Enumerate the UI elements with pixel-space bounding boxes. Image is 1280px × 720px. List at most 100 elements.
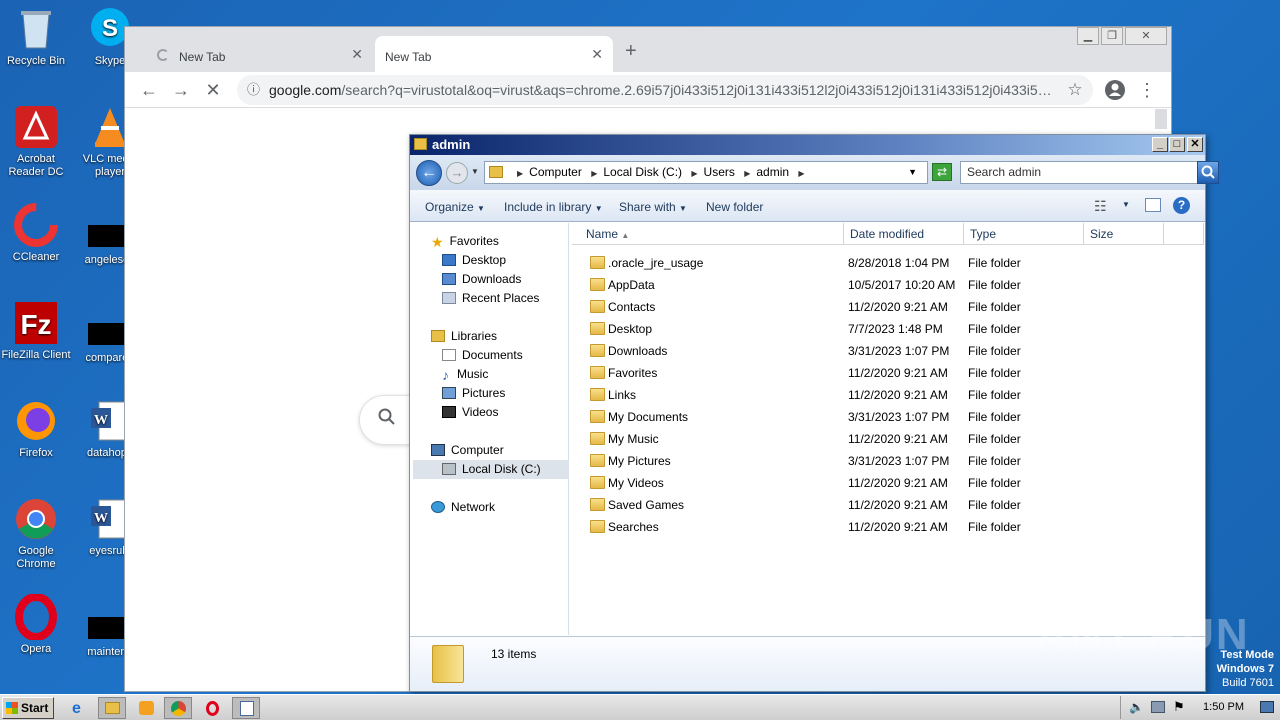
preview-pane-icon[interactable] — [1145, 198, 1161, 212]
table-row[interactable]: Contacts 11/2/2020 9:21 AM File folder — [572, 296, 1202, 318]
breadcrumb-users[interactable]: Users — [704, 165, 735, 179]
search-button-icon[interactable] — [1197, 161, 1219, 184]
volume-icon[interactable]: 🔈 — [1129, 700, 1144, 714]
column-header-size[interactable]: Size — [1084, 223, 1164, 245]
tab-new-tab-1[interactable]: New Tab ✕ — [133, 36, 373, 72]
recycle-bin-icon — [13, 6, 59, 52]
column-header-name[interactable]: Name ▲ — [572, 223, 844, 245]
file-list: Name ▲ Date modified Type Size .oracle_j… — [572, 223, 1204, 635]
nav-libraries[interactable]: Libraries — [413, 327, 569, 346]
menu-dots-icon[interactable]: ⋮ — [1135, 78, 1159, 102]
share-with-label: Share with — [619, 200, 676, 214]
column-header-date[interactable]: Date modified — [844, 223, 964, 245]
forward-arrow-icon[interactable]: → — [169, 78, 193, 102]
chrome-taskbar-icon[interactable] — [164, 697, 192, 719]
table-row[interactable]: Favorites 11/2/2020 9:21 AM File folder — [572, 362, 1202, 384]
explorer-title-bar[interactable]: admin _ □ ✕ — [410, 135, 1205, 155]
close-window-button[interactable]: ✕ — [1125, 27, 1167, 45]
desktop-icon-acrobat[interactable]: Acrobat Reader DC — [0, 104, 74, 179]
bookmark-star-icon[interactable]: ☆ — [1063, 78, 1087, 102]
new-tab-button[interactable]: + — [625, 40, 637, 63]
table-row[interactable]: My Music 11/2/2020 9:21 AM File folder — [572, 428, 1202, 450]
organize-menu[interactable]: Organize ▼ — [425, 200, 485, 214]
table-row[interactable]: My Documents 3/31/2023 1:07 PM File folder — [572, 406, 1202, 428]
media-player-taskbar-icon[interactable] — [132, 697, 160, 719]
breadcrumb-local-disk[interactable]: Local Disk (C:) — [603, 165, 682, 179]
search-input[interactable]: Search admin — [960, 161, 1219, 184]
desktop-icon-firefox[interactable]: Firefox — [0, 398, 74, 460]
nav-recent-places[interactable]: Recent Places — [413, 289, 569, 308]
nav-desktop[interactable]: Desktop — [413, 251, 569, 270]
column-header-type[interactable]: Type — [964, 223, 1084, 245]
refresh-icon[interactable]: ⇄ — [932, 163, 952, 181]
notepad-taskbar-icon[interactable] — [232, 697, 260, 719]
desktop-icon-opera[interactable]: Opera — [0, 593, 74, 656]
table-row[interactable]: Links 11/2/2020 9:21 AM File folder — [572, 384, 1202, 406]
scrollbar-thumb[interactable] — [1155, 109, 1167, 129]
close-tab-icon[interactable]: ✕ — [591, 46, 603, 63]
ie-taskbar-icon[interactable]: e — [66, 697, 94, 719]
table-row[interactable]: Downloads 3/31/2023 1:07 PM File folder — [572, 340, 1202, 362]
table-row[interactable]: AppData 10/5/2017 10:20 AM File folder — [572, 274, 1202, 296]
clock[interactable]: 1:50 PM — [1203, 701, 1244, 713]
show-desktop-icon[interactable] — [1260, 701, 1274, 713]
table-row[interactable]: .oracle_jre_usage 8/28/2018 1:04 PM File f… — [572, 252, 1202, 274]
action-center-flag-icon[interactable]: ⚑ — [1173, 699, 1185, 715]
tab-title: New Tab — [385, 50, 432, 64]
new-folder-button[interactable]: New folder — [706, 200, 763, 214]
file-date: 3/31/2023 1:07 PM — [848, 454, 950, 468]
table-row[interactable]: Saved Games 11/2/2020 9:21 AM File folder — [572, 494, 1202, 516]
network-status-icon[interactable] — [1151, 701, 1165, 713]
file-type: File folder — [968, 322, 1021, 336]
back-button[interactable]: ← — [416, 160, 442, 186]
recent-pages-chevron-icon[interactable]: ▼ — [471, 167, 479, 176]
minimize-button[interactable]: _ — [1152, 137, 1168, 152]
maximize-button[interactable]: □ — [1169, 137, 1185, 152]
share-with-menu[interactable]: Share with ▼ — [619, 200, 687, 214]
desktop-icon-ccleaner[interactable]: CCleaner — [0, 202, 74, 264]
address-dropdown-icon[interactable]: ▼ — [908, 162, 917, 183]
folder-icon — [590, 344, 605, 357]
nav-documents[interactable]: Documents — [413, 346, 569, 365]
forward-button[interactable]: → — [446, 162, 468, 184]
nav-videos[interactable]: Videos — [413, 403, 569, 422]
nav-computer[interactable]: Computer — [413, 441, 569, 460]
view-chevron-down-icon[interactable]: ▼ — [1122, 200, 1130, 209]
close-button[interactable]: ✕ — [1187, 137, 1203, 152]
folder-icon — [590, 278, 605, 291]
explorer-taskbar-icon[interactable] — [98, 697, 126, 719]
nav-local-disk[interactable]: Local Disk (C:) — [413, 460, 569, 479]
nav-network[interactable]: Network — [413, 498, 569, 517]
help-icon[interactable]: ? — [1173, 197, 1190, 214]
desktop-icon-chrome[interactable]: Google Chrome — [0, 496, 74, 571]
opera-taskbar-icon[interactable] — [198, 697, 226, 719]
address-bar[interactable]: ⓘ google.com/search?q=virustotal&oq=viru… — [237, 75, 1093, 105]
include-in-library-menu[interactable]: Include in library ▼ — [504, 200, 603, 214]
nav-music[interactable]: ♪ Music — [413, 365, 569, 384]
view-options-icon[interactable]: ☷ — [1094, 198, 1107, 215]
breadcrumb[interactable]: ▶ Computer ▶ Local Disk (C:) ▶ Users ▶ admin… — [484, 161, 928, 184]
nav-downloads[interactable]: Downloads — [413, 270, 569, 289]
svg-text:S: S — [102, 15, 118, 42]
tab-new-tab-2[interactable]: New Tab ✕ — [375, 36, 613, 72]
desktop-icon-filezilla[interactable]: Fz FileZilla Client — [0, 300, 74, 362]
desktop-icon-recycle-bin[interactable]: Recycle Bin — [0, 6, 74, 68]
table-row[interactable]: Desktop 7/7/2023 1:48 PM File folder — [572, 318, 1202, 340]
profile-icon[interactable] — [1103, 78, 1127, 102]
back-arrow-icon[interactable]: ← — [137, 78, 161, 102]
breadcrumb-admin[interactable]: admin — [756, 165, 789, 179]
nav-pictures[interactable]: Pictures — [413, 384, 569, 403]
table-row[interactable]: My Pictures 3/31/2023 1:07 PM File folder — [572, 450, 1202, 472]
breadcrumb-computer[interactable]: Computer — [529, 165, 582, 179]
table-row[interactable]: My Videos 11/2/2020 9:21 AM File folder — [572, 472, 1202, 494]
window-title: admin — [432, 137, 471, 152]
start-button[interactable]: Start — [2, 697, 54, 719]
table-row[interactable]: Searches 11/2/2020 9:21 AM File folder — [572, 516, 1202, 538]
stop-loading-icon[interactable]: ✕ — [201, 78, 225, 102]
info-icon[interactable]: ⓘ — [247, 75, 260, 105]
close-tab-icon[interactable]: ✕ — [351, 46, 363, 63]
file-date: 3/31/2023 1:07 PM — [848, 344, 950, 358]
minimize-button[interactable]: ▁ — [1077, 27, 1099, 45]
nav-favorites[interactable]: ★ Favorites — [413, 232, 569, 251]
maximize-button[interactable]: ❐ — [1101, 27, 1123, 45]
